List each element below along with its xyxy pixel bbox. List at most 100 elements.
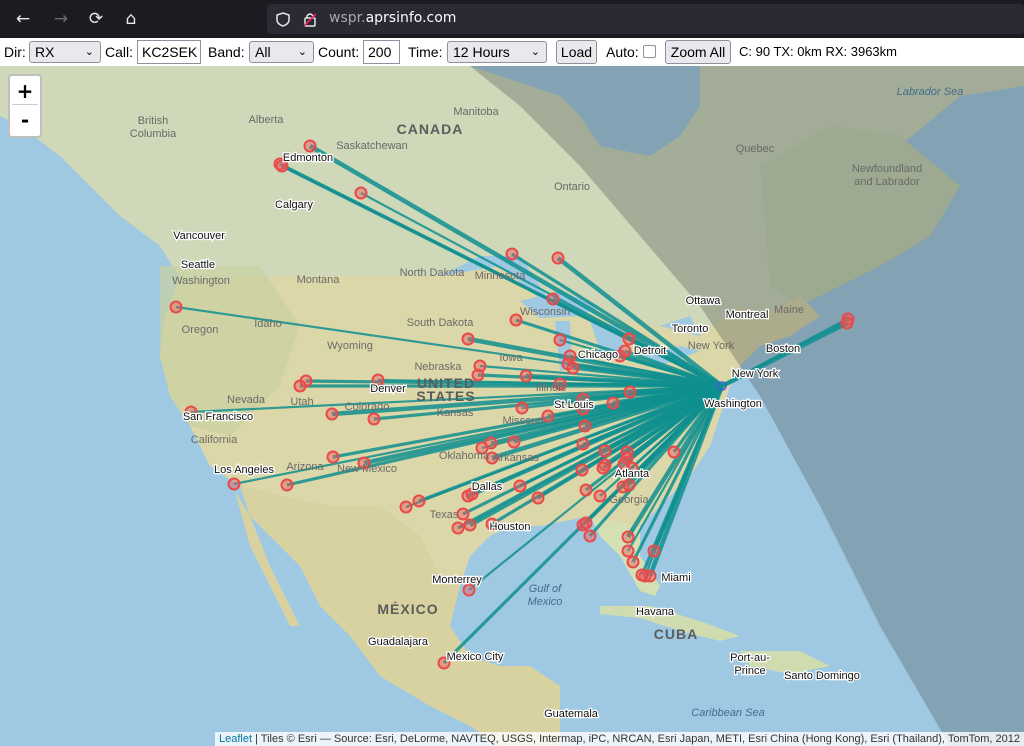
spot-marker[interactable] <box>505 247 519 261</box>
map-label-alberta: Alberta <box>249 114 285 126</box>
shield-icon[interactable] <box>276 12 290 27</box>
spot-marker[interactable] <box>618 344 632 358</box>
spot-marker[interactable] <box>551 251 565 265</box>
spot-marker[interactable] <box>635 568 649 582</box>
spot-marker[interactable] <box>575 463 589 477</box>
load-button[interactable]: Load <box>556 40 597 64</box>
map-label-arkansas: Arkansas <box>493 452 539 464</box>
spot-marker[interactable] <box>647 544 661 558</box>
address-bar[interactable]: wspr.aprsinfo.com <box>267 4 1024 34</box>
map-view[interactable]: CANADA UNITED STATES MÉXICO CUBA Alberta Briti… <box>0 66 1024 746</box>
map-label-st-louis: St Louis <box>554 399 594 411</box>
spot-marker[interactable] <box>667 445 681 459</box>
spot-marker[interactable] <box>579 483 593 497</box>
spot-marker[interactable] <box>623 385 637 399</box>
spot-marker[interactable] <box>456 507 470 521</box>
band-select[interactable]: All ⌄ <box>249 41 314 63</box>
map-label-montreal: Montreal <box>726 309 769 321</box>
spot-marker[interactable] <box>325 407 339 421</box>
spot-marker[interactable] <box>579 516 593 530</box>
spot-marker[interactable] <box>326 450 340 464</box>
map-label-montana: Montana <box>297 274 341 286</box>
spot-marker[interactable] <box>367 412 381 426</box>
home-icon[interactable]: ⌂ <box>118 6 144 32</box>
dir-select[interactable]: RX ⌄ <box>29 41 101 63</box>
url-domain: wspr. <box>329 10 366 26</box>
map-label-new-york: New York <box>732 368 779 380</box>
spot-marker[interactable] <box>462 583 476 597</box>
auto-checkbox[interactable] <box>643 45 656 58</box>
attribution-text: | Tiles © Esri — Source: Esri, DeLorme, … <box>252 733 1020 745</box>
spot-marker[interactable] <box>576 437 590 451</box>
map-label-new-york-state: New York <box>688 340 735 352</box>
spot-marker[interactable] <box>280 478 294 492</box>
spot-marker[interactable] <box>463 518 477 532</box>
spot-marker[interactable] <box>354 186 368 200</box>
spot-marker[interactable] <box>598 444 612 458</box>
spot-marker[interactable] <box>513 479 527 493</box>
map-label-vancouver: Vancouver <box>173 230 225 242</box>
insecure-lock-icon[interactable] <box>303 12 317 27</box>
call-input[interactable]: KC2SEK <box>137 40 201 64</box>
spot-marker[interactable] <box>606 396 620 410</box>
spot-marker[interactable] <box>461 332 475 346</box>
spot-marker[interactable] <box>593 489 607 503</box>
map-label-minnesota: Minnesota <box>475 270 527 282</box>
map-label-missouri: Missouri <box>503 415 544 427</box>
time-select[interactable]: 12 Hours ⌄ <box>447 41 547 63</box>
spot-marker[interactable] <box>546 292 560 306</box>
map-label-gulf-of-mexico: Gulf of Mexico <box>528 583 563 608</box>
spot-marker[interactable] <box>578 419 592 433</box>
map-label-cuba: CUBA <box>654 626 698 642</box>
reload-icon[interactable]: ⟳ <box>83 6 109 32</box>
zoom-control: + - <box>8 74 42 138</box>
dir-value: RX <box>35 44 55 60</box>
map-label-utah: Utah <box>290 396 313 408</box>
spot-marker[interactable] <box>840 316 854 330</box>
spot-marker[interactable] <box>621 544 635 558</box>
spot-marker[interactable] <box>622 332 636 346</box>
forward-arrow-icon[interactable]: → <box>48 6 74 32</box>
spot-marker[interactable] <box>541 409 555 423</box>
zoom-in-button[interactable]: + <box>12 78 38 105</box>
spot-marker[interactable] <box>399 500 413 514</box>
spot-marker[interactable] <box>621 530 635 544</box>
map-label-mexico: MÉXICO <box>377 601 438 617</box>
spot-marker[interactable] <box>583 529 597 543</box>
spot-marker[interactable] <box>553 333 567 347</box>
count-input[interactable]: 200 <box>363 40 400 64</box>
map-label-california: California <box>191 434 238 446</box>
map-label-north-dakota: North Dakota <box>400 267 466 279</box>
map-label-idaho: Idaho <box>254 318 282 330</box>
spot-marker[interactable] <box>622 478 636 492</box>
map-canvas[interactable]: CANADAUNITED STATESMÉXICOCUBAAlbertaBriti… <box>0 66 1024 746</box>
leaflet-link[interactable]: Leaflet <box>219 733 252 745</box>
count-label: Count: <box>318 44 360 60</box>
spot-marker[interactable] <box>412 494 426 508</box>
back-arrow-icon[interactable]: ← <box>10 6 36 32</box>
spot-marker[interactable] <box>303 139 317 153</box>
call-label: Call: <box>105 44 134 60</box>
map-label-maine: Maine <box>774 304 804 316</box>
spot-marker[interactable] <box>473 359 487 373</box>
spot-marker[interactable] <box>293 379 307 393</box>
map-label-wisconsin: Wisconsin <box>520 306 570 318</box>
map-label-san-francisco: San Francisco <box>183 411 253 423</box>
spot-marker[interactable] <box>507 435 521 449</box>
spot-marker[interactable] <box>515 401 529 415</box>
map-label-iowa: Iowa <box>499 352 523 364</box>
zoom-all-button[interactable]: Zoom All <box>665 40 731 64</box>
spot-marker[interactable] <box>451 521 465 535</box>
spot-marker[interactable] <box>531 491 545 505</box>
spot-marker[interactable] <box>566 361 580 375</box>
map-label-canada: CANADA <box>397 121 464 137</box>
map-label-nevada: Nevada <box>227 394 266 406</box>
spot-marker[interactable] <box>596 461 610 475</box>
spot-marker[interactable] <box>169 300 183 314</box>
zoom-out-button[interactable]: - <box>12 107 38 133</box>
spot-marker[interactable] <box>227 477 241 491</box>
time-label: Time: <box>408 44 443 60</box>
spot-marker[interactable] <box>519 369 533 383</box>
map-label-havana: Havana <box>636 606 675 618</box>
spot-marker[interactable] <box>626 555 640 569</box>
